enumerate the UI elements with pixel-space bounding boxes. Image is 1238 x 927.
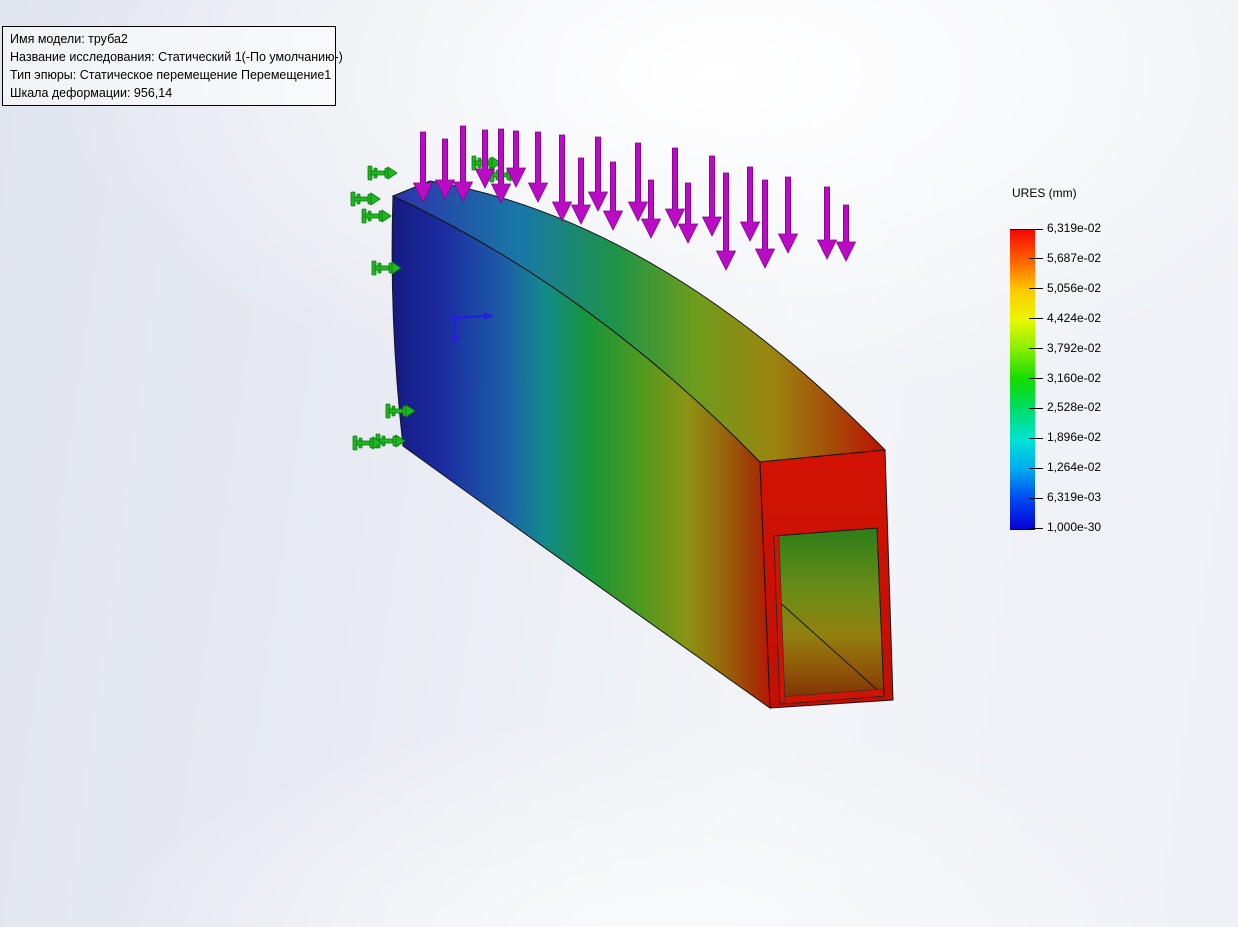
- fixture-symbol: [350, 191, 381, 207]
- legend-value: 5,056e-02: [1047, 280, 1102, 295]
- legend-title: URES (mm): [1012, 186, 1077, 200]
- legend-value: 6,319e-02: [1047, 221, 1102, 235]
- load-arrow: [835, 204, 857, 262]
- load-arrow: [570, 157, 592, 225]
- legend-tick: [1029, 407, 1043, 409]
- load-arrow: [664, 147, 686, 229]
- legend-value: 1,000e-30: [1047, 520, 1102, 534]
- model-name-line: Имя модели: труба2: [10, 32, 128, 46]
- legend-value: 2,528e-02: [1047, 400, 1102, 415]
- study-annotation-box: Имя модели: труба2 Название исследования…: [2, 26, 343, 106]
- legend-value: 3,160e-02: [1047, 370, 1102, 385]
- deformation-scale-line: Шкала деформации: 956,14: [10, 86, 173, 100]
- load-arrow: [627, 142, 649, 222]
- legend-tick: [1029, 467, 1043, 469]
- legend-tick: [1029, 258, 1043, 260]
- solidworks-viewport-screenshot: { "annotation_box": { "lines": [ "Имя мо…: [0, 0, 1238, 927]
- legend-tick: [1029, 378, 1043, 379]
- legend-value: 1,896e-02: [1047, 430, 1102, 445]
- legend-tick: [1029, 497, 1043, 499]
- legend-scale: URES (mm) 6,319e-02 5,687e-02 5,056e-02 4,4…: [1010, 186, 1155, 546]
- fixture-symbol: [361, 208, 392, 224]
- load-arrow: [602, 161, 624, 231]
- load-arrow: [701, 155, 723, 237]
- load-arrow: [739, 166, 761, 242]
- plot-type-line: Тип эпюры: Статическое перемещение Перем…: [10, 68, 332, 82]
- legend-tick: [1029, 348, 1043, 350]
- legend-color-bar[interactable]: [1010, 229, 1035, 530]
- load-arrow: [551, 134, 573, 222]
- legend-tick: [1029, 527, 1043, 529]
- legend-value: 1,264e-02: [1047, 460, 1102, 475]
- fixture-symbol: [375, 433, 406, 449]
- legend-value: 6,319e-03: [1047, 490, 1102, 505]
- legend-tick: [1029, 288, 1043, 290]
- load-arrow: [777, 176, 799, 254]
- legend-value: 4,424e-02: [1047, 310, 1102, 325]
- legend-tick: [1029, 318, 1043, 320]
- load-arrow: [587, 136, 609, 212]
- legend-value: 3,792e-02: [1047, 340, 1102, 355]
- load-arrow: [527, 131, 549, 203]
- load-arrow: [816, 186, 838, 260]
- legend-tick: [1029, 437, 1043, 439]
- legend-tick: [1029, 228, 1043, 230]
- fixture-symbol: [367, 165, 398, 181]
- study-name-line: Название исследования: Статический 1(-По…: [10, 50, 343, 64]
- legend-value: 5,687e-02: [1047, 250, 1102, 265]
- tube-hollow-interior: [773, 527, 885, 705]
